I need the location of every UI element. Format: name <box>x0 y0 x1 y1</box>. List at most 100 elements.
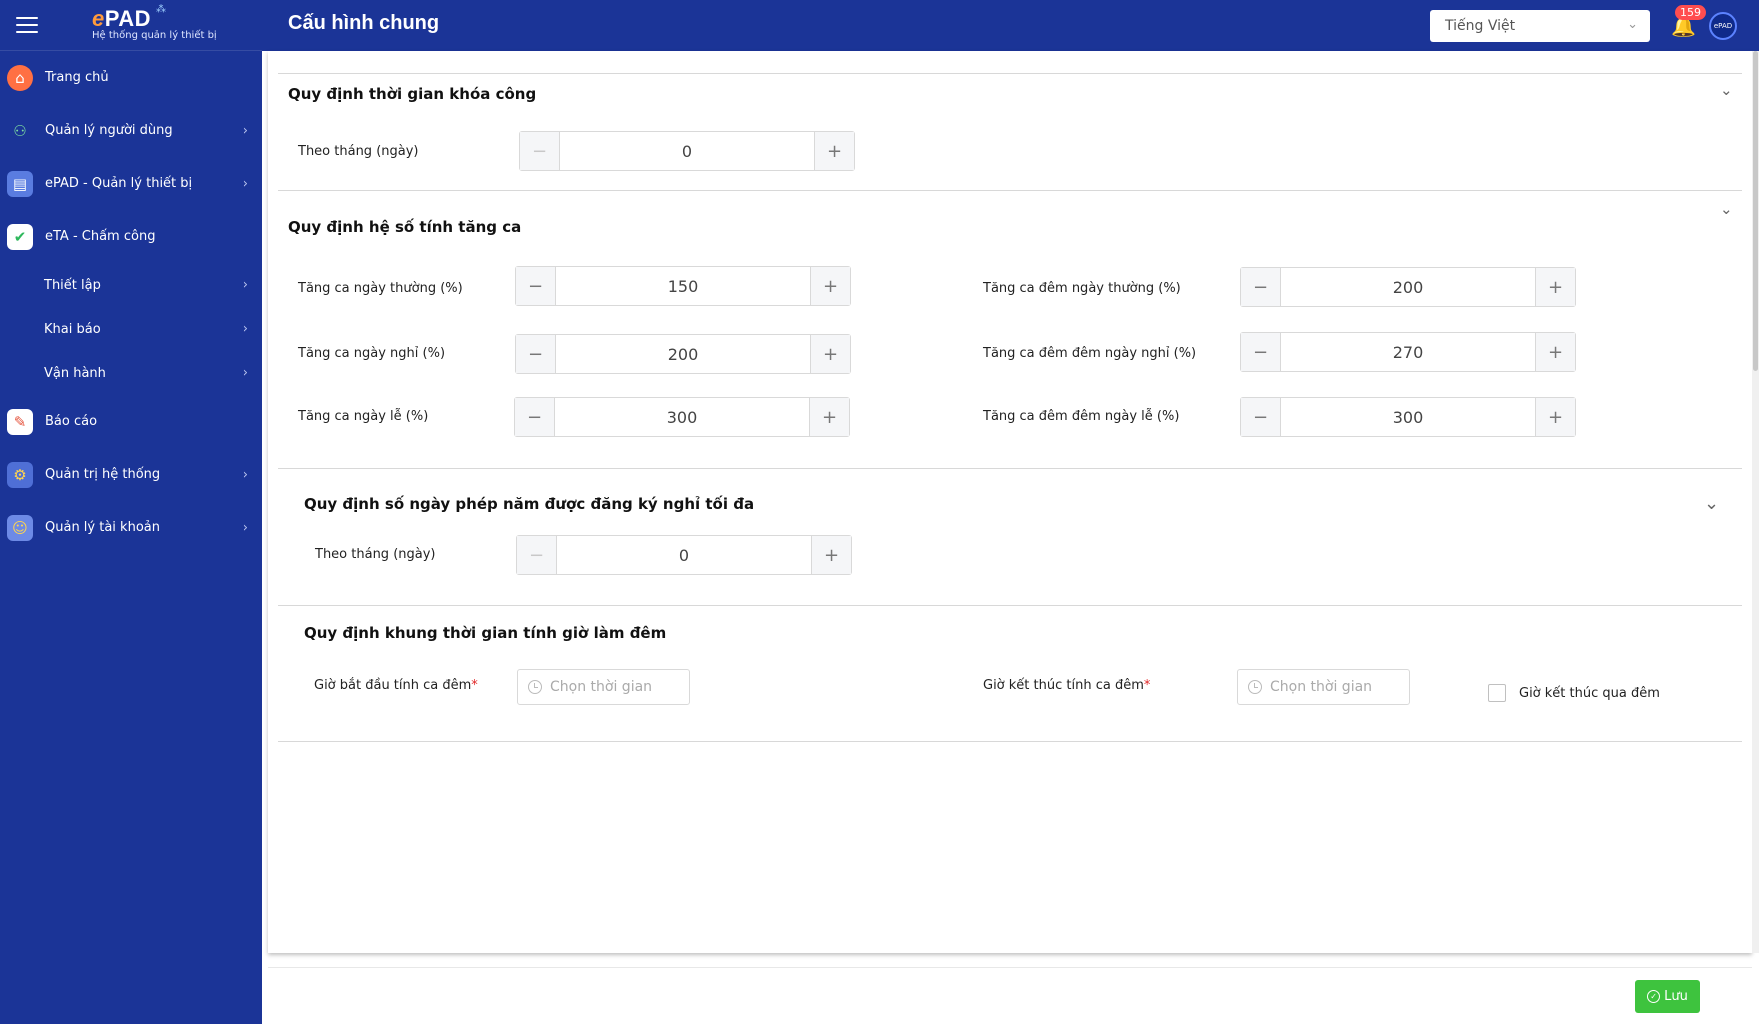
chevron-down-icon[interactable]: ⌄ <box>1720 81 1733 99</box>
section-divider <box>278 605 1742 606</box>
logo-main: PAD <box>104 6 152 31</box>
sidebar-subitem-operate[interactable]: Vận hành › <box>0 351 262 395</box>
overtime-night-holiday-input[interactable] <box>1281 398 1535 436</box>
section-title-night: Quy định khung thời gian tính giờ làm đê… <box>304 624 667 642</box>
night-start-time-picker[interactable] <box>517 669 690 705</box>
chevron-right-icon: › <box>242 467 248 482</box>
language-value: Tiếng Việt <box>1445 18 1516 34</box>
section-title-overtime: Quy định hệ số tính tăng ca <box>288 218 522 236</box>
scrollbar[interactable] <box>1752 51 1759 953</box>
check-circle-icon: ✓ <box>1647 990 1661 1003</box>
section-title-leave: Quy định số ngày phép năm được đăng ký n… <box>304 495 755 513</box>
plus-icon[interactable]: + <box>1535 333 1575 371</box>
lock-month-input[interactable] <box>560 132 814 170</box>
plus-icon[interactable]: + <box>810 267 850 305</box>
plus-icon[interactable]: + <box>1535 268 1575 306</box>
overtime-night-weekday-input[interactable] <box>1281 268 1535 306</box>
minus-icon[interactable]: − <box>1241 398 1281 436</box>
overtime-weekday-input[interactable] <box>556 267 810 305</box>
admin-icon: ⚙ <box>7 461 33 488</box>
chevron-down-icon[interactable]: ⌄ <box>1720 200 1733 218</box>
clock-icon <box>1248 680 1262 694</box>
plus-icon[interactable]: + <box>810 335 850 373</box>
sidebar-item-home[interactable]: ⌂ Trang chủ <box>0 51 262 104</box>
overtime-dayoff-stepper: − + <box>515 334 851 374</box>
save-button[interactable]: ✓ Lưu <box>1635 980 1700 1013</box>
section-divider <box>278 741 1742 742</box>
night-end-time-input[interactable] <box>1270 679 1400 695</box>
sidebar-item-label: Báo cáo <box>45 414 98 429</box>
avatar-text: ePAD <box>1713 22 1733 30</box>
section-divider <box>278 73 1742 74</box>
overtime-dayoff-input[interactable] <box>556 335 810 373</box>
logo[interactable]: ePAD ⁂ Hệ thống quản lý thiết bị <box>92 4 217 41</box>
minus-icon[interactable]: − <box>517 536 557 574</box>
plus-icon[interactable]: + <box>811 536 851 574</box>
overtime-night-dayoff-input[interactable] <box>1281 333 1535 371</box>
sidebar-item-label: eTA - Chấm công <box>45 229 156 244</box>
sidebar-item-report[interactable]: ✎ Báo cáo <box>0 395 262 448</box>
chevron-right-icon: › <box>242 123 248 138</box>
required-mark: * <box>471 678 478 693</box>
home-icon: ⌂ <box>7 64 33 91</box>
minus-icon[interactable]: − <box>520 132 560 170</box>
overnight-checkbox[interactable] <box>1488 684 1506 702</box>
overtime-holiday-label: Tăng ca ngày lễ (%) <box>298 409 429 424</box>
minus-icon[interactable]: − <box>1241 333 1281 371</box>
sidebar-item-label: Trang chủ <box>45 70 109 85</box>
chevron-down-icon[interactable]: ⌄ <box>1704 493 1719 514</box>
scrollbar-thumb[interactable] <box>1753 51 1758 371</box>
night-end-time-picker[interactable] <box>1237 669 1410 705</box>
sidebar-item-system-admin[interactable]: ⚙ Quản trị hệ thống › <box>0 448 262 501</box>
chevron-right-icon: › <box>242 365 248 381</box>
leave-month-stepper: − + <box>516 535 852 575</box>
night-start-time-input[interactable] <box>550 679 680 695</box>
section-divider <box>278 468 1742 469</box>
users-icon: ⚇ <box>13 121 27 140</box>
plus-icon[interactable]: + <box>814 132 854 170</box>
overtime-night-weekday-label: Tăng ca đêm ngày thường (%) <box>983 281 1181 296</box>
plus-icon[interactable]: + <box>1535 398 1575 436</box>
avatar[interactable]: ePAD <box>1709 12 1737 40</box>
language-select[interactable]: Tiếng Việt ⌄ <box>1430 10 1650 42</box>
night-end-label: Giờ kết thúc tính ca đêm* <box>983 678 1150 693</box>
overtime-night-dayoff-label: Tăng ca đêm đêm ngày nghỉ (%) <box>983 346 1197 361</box>
sidebar-item-label: Vận hành <box>44 365 106 381</box>
leave-month-input[interactable] <box>557 536 811 574</box>
minus-icon[interactable]: − <box>516 267 556 305</box>
sidebar-item-epad-devices[interactable]: ▤ ePAD - Quản lý thiết bị › <box>0 157 262 210</box>
section-title-lock: Quy định thời gian khóa công <box>288 85 537 103</box>
overtime-dayoff-label: Tăng ca ngày nghỉ (%) <box>298 346 446 361</box>
sidebar-item-label: ePAD - Quản lý thiết bị <box>45 176 193 191</box>
logo-stars-icon: ⁂ <box>156 4 166 15</box>
devices-icon: ▤ <box>7 170 33 197</box>
chevron-right-icon: › <box>242 321 248 337</box>
sidebar-item-eta-timekeeping[interactable]: ✔ eTA - Chấm công <box>0 210 262 263</box>
topbar: Cấu hình chung Tiếng Việt ⌄ 🔔 159 ePAD <box>262 0 1759 51</box>
sidebar-item-label: Quản trị hệ thống <box>45 467 161 482</box>
night-start-label-text: Giờ bắt đầu tính ca đêm <box>314 678 472 693</box>
save-button-label: Lưu <box>1664 989 1688 1004</box>
chevron-right-icon: › <box>242 520 248 535</box>
plus-icon[interactable]: + <box>809 398 849 436</box>
lock-month-label: Theo tháng (ngày) <box>298 144 419 159</box>
footer-divider <box>268 967 1752 968</box>
sidebar-item-account[interactable]: ☺ Quản lý tài khoản › <box>0 501 262 554</box>
sidebar-item-label: Quản lý người dùng <box>45 123 173 138</box>
hamburger-menu-icon[interactable] <box>16 17 38 35</box>
minus-icon[interactable]: − <box>515 398 555 436</box>
page-title: Cấu hình chung <box>288 12 440 34</box>
sidebar-item-label: Khai báo <box>44 321 101 337</box>
overtime-holiday-stepper: − + <box>514 397 850 437</box>
sidebar-subitem-setup[interactable]: Thiết lập › <box>0 263 262 307</box>
overtime-holiday-input[interactable] <box>555 398 809 436</box>
sidebar-subitem-declare[interactable]: Khai báo › <box>0 307 262 351</box>
required-mark: * <box>1143 678 1151 693</box>
chevron-right-icon: › <box>242 176 248 191</box>
sidebar-header: ePAD ⁂ Hệ thống quản lý thiết bị <box>0 0 262 51</box>
minus-icon[interactable]: − <box>1241 268 1281 306</box>
sidebar-item-users[interactable]: ⚇ Quản lý người dùng › <box>0 104 262 157</box>
minus-icon[interactable]: − <box>516 335 556 373</box>
lock-month-stepper: − + <box>519 131 855 171</box>
logo-prefix: e <box>92 6 105 31</box>
